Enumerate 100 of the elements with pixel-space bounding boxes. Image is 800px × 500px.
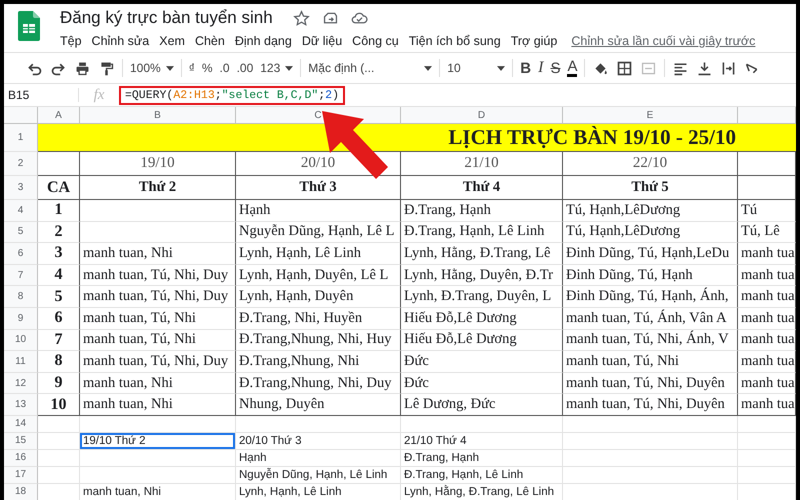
table-cell: Hạnh — [236, 200, 401, 222]
document-title[interactable]: Đăng ký trực bàn tuyển sinh — [60, 8, 273, 28]
table-cell: manh tuan, Tú, Nhi — [80, 308, 236, 330]
shift-number: 9 — [38, 372, 80, 394]
column-header[interactable]: A — [38, 107, 80, 124]
row-number[interactable]: 1 — [4, 124, 38, 152]
table-cell[interactable]: Lynh, Hạnh, Lê Linh — [236, 484, 401, 500]
empty-cell[interactable] — [80, 450, 236, 467]
italic-button[interactable]: I — [538, 59, 544, 77]
table-cell: manh tua — [738, 394, 796, 416]
row-number[interactable]: 7 — [4, 264, 38, 286]
menu-item[interactable]: Tệp — [60, 34, 82, 48]
menu-item[interactable]: Tiện ích bổ sung — [408, 34, 501, 48]
menu-item[interactable]: Chỉnh sửa — [92, 34, 150, 48]
decrease-decimal-button[interactable]: .0 — [220, 61, 230, 75]
shift-number: 6 — [38, 308, 80, 330]
table-cell: manh tuan, Tú, Nhi — [80, 330, 236, 352]
bold-button[interactable]: B — [520, 60, 532, 76]
menu-item[interactable]: Xem — [159, 34, 185, 48]
day-header: Thứ 2 — [80, 176, 236, 200]
row-number[interactable]: 3 — [4, 176, 38, 200]
cell-reference[interactable]: B15 — [4, 88, 79, 102]
table-cell: Đinh Dũng, Tú, Hạnh,LeDu — [563, 243, 738, 265]
row-number[interactable]: 2 — [4, 152, 38, 176]
row-number[interactable]: 8 — [4, 286, 38, 308]
strikethrough-button[interactable]: S — [550, 60, 560, 76]
currency-button[interactable]: ₫ — [188, 61, 195, 75]
font-dropdown[interactable]: Mặc định (... — [308, 61, 432, 75]
menu-item[interactable]: Trợ giúp — [510, 34, 558, 48]
row-number[interactable]: 9 — [4, 308, 38, 330]
sheets-logo-icon[interactable] — [18, 11, 40, 41]
last-edit-link[interactable]: Chỉnh sửa lần cuối vài giây trước — [571, 34, 756, 48]
row-number[interactable]: 12 — [4, 372, 38, 394]
table-cell[interactable]: Hạnh — [236, 450, 401, 467]
row-number[interactable]: 18 — [4, 484, 38, 500]
table-cell[interactable]: Lynh, Hằng, Đ.Trang, Lê Linh — [401, 484, 563, 500]
row-number[interactable]: 13 — [4, 394, 38, 416]
caret-icon — [285, 66, 294, 70]
increase-decimal-button[interactable]: .00 — [236, 61, 254, 75]
cloud-icon[interactable] — [350, 10, 368, 26]
schedule-title: LỊCH TRỰC BÀN 19/10 - 25/10 — [448, 125, 736, 150]
row-number[interactable]: 15 — [4, 432, 38, 450]
table-cell: Lynh, Hằng, Đ.Trang, Lê — [401, 243, 563, 265]
zoom-dropdown[interactable]: 100% — [130, 61, 174, 75]
empty-cell — [738, 466, 796, 484]
table-cell[interactable]: Đ.Trang, Hạnh, Lê Linh — [401, 466, 563, 484]
shift-number: 7 — [38, 330, 80, 352]
table-cell: Lynh, Đ.Trang, Duyên, L — [401, 286, 563, 308]
table-cell: manh tuan, Tú, Nhi, Duy — [80, 286, 236, 308]
menu-item[interactable]: Chèn — [194, 34, 225, 48]
row-number[interactable]: 17 — [4, 466, 38, 484]
table-cell: Lê Dương, Đức — [401, 394, 563, 416]
date-cell: 21/10 — [401, 152, 563, 176]
percent-button[interactable]: % — [202, 61, 213, 75]
row-number[interactable]: 14 — [4, 416, 38, 433]
row-number[interactable]: 5 — [4, 222, 38, 244]
menu-item[interactable]: Định dạng — [234, 34, 292, 48]
table-cell[interactable]: manh tuan, Nhi — [80, 484, 236, 500]
print-icon[interactable] — [74, 60, 91, 76]
menu-item[interactable]: Công cụ — [352, 34, 399, 48]
table-cell: manh tuan, Nhi — [80, 372, 236, 394]
row-number[interactable]: 6 — [4, 243, 38, 265]
table-cell: manh tuan, Tú, Nhi, Duyên — [563, 394, 738, 416]
menu-item[interactable]: Dữ liệu — [302, 34, 342, 48]
borders-icon[interactable] — [616, 60, 634, 76]
table-cell: manh tuan, Tú, Nhi, Duyên — [563, 372, 738, 394]
column-header[interactable]: E — [563, 107, 738, 124]
row-number[interactable]: 4 — [4, 200, 38, 222]
table-cell[interactable]: 19/10 Thứ 2 — [80, 432, 236, 450]
row-number[interactable]: 11 — [4, 351, 38, 373]
shift-number: 8 — [38, 351, 80, 373]
number-format-dropdown[interactable]: 123 — [260, 61, 294, 75]
star-icon[interactable] — [292, 10, 310, 26]
row-number[interactable]: 10 — [4, 330, 38, 352]
caret-icon — [497, 66, 506, 70]
column-header[interactable]: B — [80, 107, 236, 124]
table-cell: Tú, Hạnh,LêDương — [563, 222, 738, 244]
vertical-align-icon[interactable] — [696, 60, 714, 76]
table-cell: Hiếu Đỗ,Lê Dương — [401, 330, 563, 352]
table-cell: manh tuan, Nhi — [80, 394, 236, 416]
table-cell[interactable]: 20/10 Thứ 3 — [236, 432, 401, 450]
text-color-button[interactable]: A — [567, 60, 578, 76]
table-cell: manh tua — [738, 330, 796, 352]
empty-cell — [738, 176, 796, 200]
font-size-dropdown[interactable]: 10 — [447, 61, 506, 75]
table-cell[interactable]: 21/10 Thứ 4 — [401, 432, 563, 450]
caret-icon — [424, 66, 432, 70]
table-cell[interactable]: Nguyễn Dũng, Hạnh, Lê Linh — [236, 466, 401, 484]
table-cell[interactable]: Đ.Trang, Hạnh — [401, 450, 563, 467]
empty-cell — [738, 450, 796, 467]
table-cell: manh tua — [738, 372, 796, 394]
table-cell: Tú, Hạnh,LêDương — [563, 200, 738, 222]
formula-field[interactable]: =QUERY(A2:H13;"select B,C,D";2) — [119, 86, 345, 104]
column-header[interactable]: D — [401, 107, 563, 124]
row-number[interactable]: 16 — [4, 450, 38, 467]
table-cell: Nguyễn Dũng, Hạnh, Lê L — [236, 222, 401, 244]
table-cell: manh tuan, Tú, Nhi, Ánh, V — [563, 330, 738, 352]
empty-cell — [738, 432, 796, 450]
text-wrap-icon[interactable] — [720, 60, 738, 76]
empty-cell[interactable] — [80, 466, 236, 484]
